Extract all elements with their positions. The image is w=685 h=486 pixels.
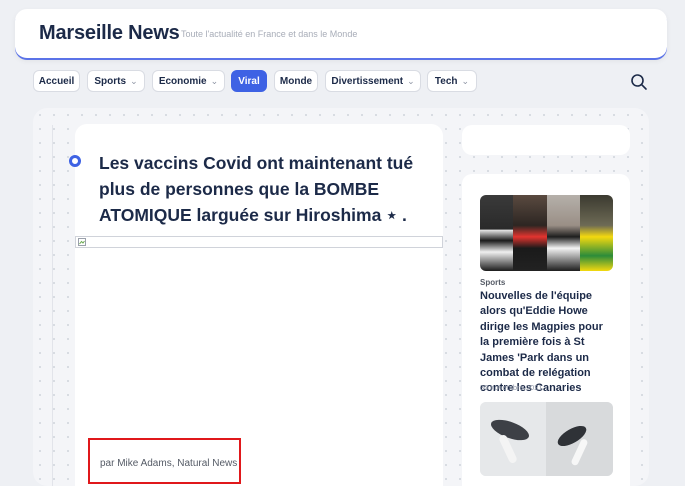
nav-item-label: Monde bbox=[279, 75, 313, 87]
site-title[interactable]: Marseille News bbox=[39, 22, 180, 45]
article-image bbox=[75, 236, 443, 248]
sidebar-post-thumbnail-2[interactable] bbox=[480, 402, 613, 476]
nav-item-label: Viral bbox=[238, 75, 260, 87]
nav-item-tech[interactable]: Tech ⌄ bbox=[427, 70, 477, 92]
nav-item-label: Tech bbox=[434, 75, 458, 87]
nav-item-sports[interactable]: Sports ⌄ bbox=[87, 70, 145, 92]
sidebar-post-thumbnail[interactable] bbox=[480, 195, 613, 271]
article-title[interactable]: Les vaccins Covid ont maintenant tué plu… bbox=[99, 150, 419, 228]
search-icon[interactable] bbox=[630, 73, 648, 91]
timeline-line bbox=[52, 125, 53, 486]
nav-item-label: Accueil bbox=[38, 75, 75, 87]
sidebar-post-headline[interactable]: Nouvelles de l'équipe alors qu'Eddie How… bbox=[480, 289, 615, 397]
nav-item-monde[interactable]: Monde bbox=[274, 70, 318, 92]
nav-item-viral[interactable]: Viral bbox=[231, 70, 267, 92]
sidebar-widget bbox=[462, 125, 630, 155]
site-header: Marseille News Toute l'actualité en Fran… bbox=[15, 9, 667, 59]
sidebar-post-date: 30 novembre 2021 bbox=[480, 383, 543, 392]
nav-item-label: Sports bbox=[94, 75, 127, 87]
chevron-down-icon: ⌄ bbox=[130, 75, 138, 86]
chevron-down-icon: ⌄ bbox=[461, 75, 470, 86]
timeline-bullet-icon bbox=[69, 155, 81, 167]
nav-item-label: Divertissement bbox=[331, 75, 404, 87]
broken-image-icon bbox=[78, 238, 86, 246]
site-tagline: Toute l'actualité en France et dans le M… bbox=[181, 29, 358, 39]
chevron-down-icon: ⌄ bbox=[210, 75, 219, 86]
article-byline: par Mike Adams, Natural News bbox=[100, 458, 238, 469]
sidebar-post-category[interactable]: Sports bbox=[480, 278, 505, 287]
nav-item-label: Economie bbox=[158, 75, 207, 87]
nav-item-accueil[interactable]: Accueil bbox=[33, 70, 80, 92]
nav-item-divertissement[interactable]: Divertissement ⌄ bbox=[325, 70, 421, 92]
chevron-down-icon: ⌄ bbox=[407, 75, 415, 86]
nav-item-economie[interactable]: Economie ⌄ bbox=[152, 70, 225, 92]
